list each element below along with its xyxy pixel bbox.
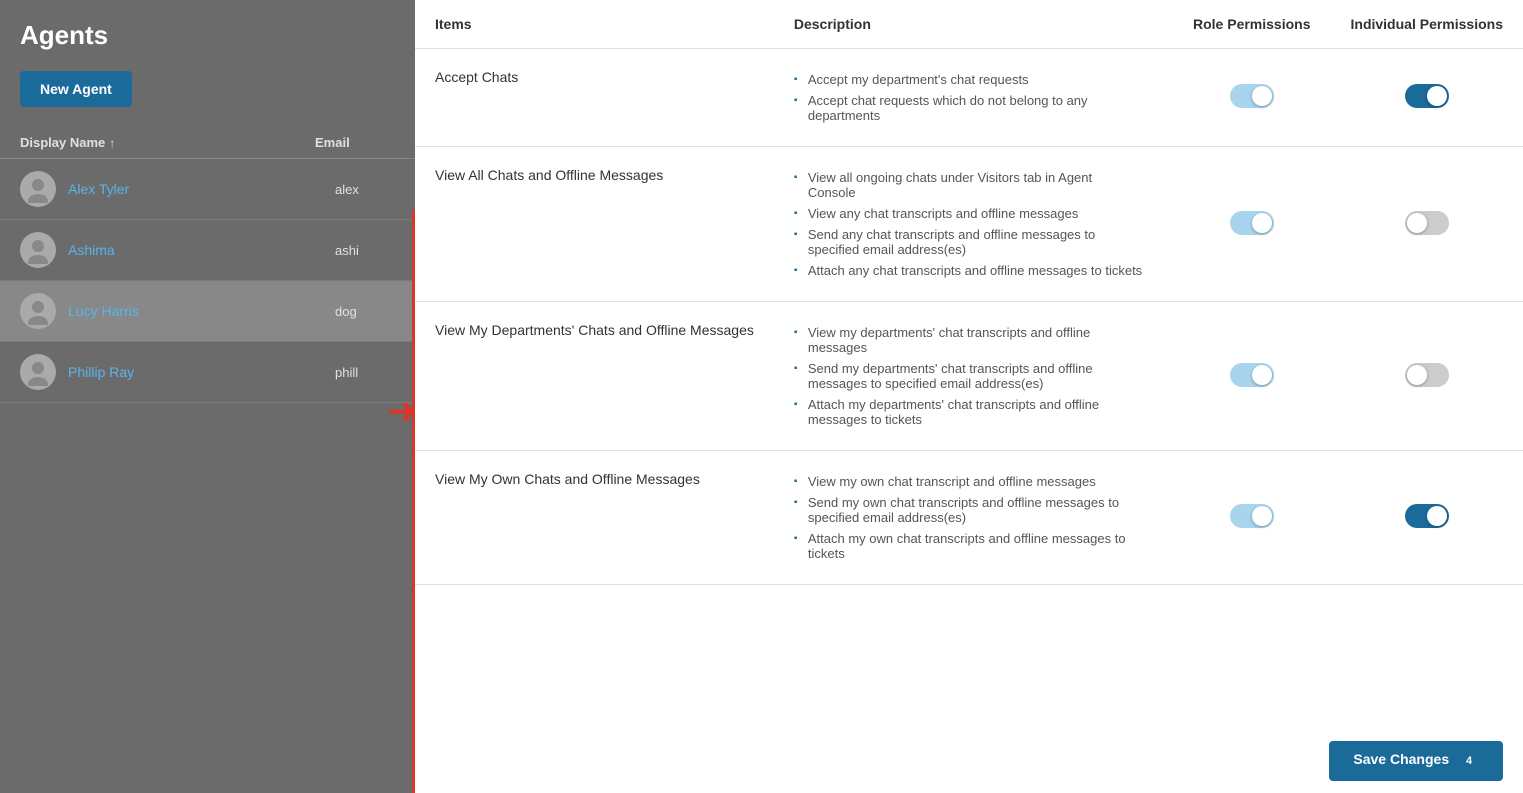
toggle-knob <box>1252 365 1272 385</box>
permission-row-accept-chats: Accept Chats Accept my department's chat… <box>415 49 1523 147</box>
permission-item-name: View My Own Chats and Offline Messages <box>415 451 774 585</box>
change-count-badge: 4 <box>1459 751 1479 771</box>
agent-name: Lucy Harris <box>68 303 335 319</box>
desc-item: Send any chat transcripts and offline me… <box>794 224 1143 260</box>
agents-table-header: Display Name ↑ Email <box>0 127 415 159</box>
desc-item: View my departments' chat transcripts an… <box>794 322 1143 358</box>
toggle-knob <box>1407 365 1427 385</box>
desc-item: Attach my departments' chat transcripts … <box>794 394 1143 430</box>
role-toggle-cell[interactable] <box>1173 302 1331 451</box>
permission-item-name: View My Departments' Chats and Offline M… <box>415 302 774 451</box>
selection-arrow-icon: ➜ <box>387 393 417 429</box>
toggle-knob <box>1252 506 1272 526</box>
col-role-header: Role Permissions <box>1173 0 1331 49</box>
desc-item: Attach any chat transcripts and offline … <box>794 260 1143 281</box>
new-agent-button[interactable]: New Agent <box>20 71 132 107</box>
permissions-table: Items Description Role Permissions Indiv… <box>415 0 1523 585</box>
agent-row-phillip[interactable]: Phillip Ray phill <box>0 342 415 403</box>
agent-name: Ashima <box>68 242 335 258</box>
desc-item: View all ongoing chats under Visitors ta… <box>794 167 1143 203</box>
desc-item: View my own chat transcript and offline … <box>794 471 1143 492</box>
col-desc-header: Description <box>774 0 1173 49</box>
individual-toggle-cell[interactable] <box>1331 49 1523 147</box>
email-header: Email <box>315 135 395 150</box>
agent-name: Alex Tyler <box>68 181 335 197</box>
permission-description: View my departments' chat transcripts an… <box>774 302 1173 451</box>
agent-row-ashima[interactable]: Ashima ashi <box>0 220 415 281</box>
individual-permission-toggle[interactable] <box>1405 84 1449 108</box>
role-permission-toggle[interactable] <box>1230 504 1274 528</box>
avatar <box>20 232 56 268</box>
role-permission-toggle[interactable] <box>1230 84 1274 108</box>
desc-item: Attach my own chat transcripts and offli… <box>794 528 1143 564</box>
desc-item: Accept chat requests which do not belong… <box>794 90 1143 126</box>
role-toggle-cell[interactable] <box>1173 49 1331 147</box>
agent-name: Phillip Ray <box>68 364 335 380</box>
individual-permission-toggle[interactable] <box>1405 504 1449 528</box>
permission-row-view-my-dept-chats: View My Departments' Chats and Offline M… <box>415 302 1523 451</box>
role-toggle-cell[interactable] <box>1173 147 1331 302</box>
agent-row-lucy[interactable]: Lucy Harris dog <box>0 281 415 342</box>
toggle-knob <box>1252 86 1272 106</box>
permission-item-name: Accept Chats <box>415 49 774 147</box>
individual-toggle-cell[interactable] <box>1331 147 1523 302</box>
role-toggle-cell[interactable] <box>1173 451 1331 585</box>
permission-description: View my own chat transcript and offline … <box>774 451 1173 585</box>
col-items-header: Items <box>415 0 774 49</box>
permission-item-name: View All Chats and Offline Messages <box>415 147 774 302</box>
agent-email: ashi <box>335 243 395 258</box>
display-name-header: Display Name ↑ <box>20 135 315 150</box>
individual-permission-toggle[interactable] <box>1405 211 1449 235</box>
desc-item: View any chat transcripts and offline me… <box>794 203 1143 224</box>
avatar <box>20 354 56 390</box>
toggle-knob <box>1427 86 1447 106</box>
agent-email: phill <box>335 365 395 380</box>
save-button[interactable]: Save Changes 4 <box>1329 741 1503 781</box>
desc-item: Accept my department's chat requests <box>794 69 1143 90</box>
sort-arrow-icon: ↑ <box>109 136 115 150</box>
sidebar: Agents New Agent Display Name ↑ Email Al… <box>0 0 415 793</box>
agent-email: alex <box>335 182 395 197</box>
desc-item: Send my departments' chat transcripts an… <box>794 358 1143 394</box>
page-title: Agents <box>0 20 415 71</box>
toggle-knob <box>1252 213 1272 233</box>
permission-row-view-all-chats: View All Chats and Offline Messages View… <box>415 147 1523 302</box>
permissions-table-body: Accept Chats Accept my department's chat… <box>415 49 1523 585</box>
save-area: Save Changes 4 <box>1309 729 1523 793</box>
avatar <box>20 171 56 207</box>
permission-description: View all ongoing chats under Visitors ta… <box>774 147 1173 302</box>
role-permission-toggle[interactable] <box>1230 211 1274 235</box>
permission-description: Accept my department's chat requestsAcce… <box>774 49 1173 147</box>
role-permission-toggle[interactable] <box>1230 363 1274 387</box>
agents-list: Alex Tyler alex Ashima ashi Lucy Harris … <box>0 159 415 403</box>
toggle-knob <box>1427 506 1447 526</box>
individual-toggle-cell[interactable] <box>1331 451 1523 585</box>
toggle-knob <box>1407 213 1427 233</box>
avatar <box>20 293 56 329</box>
agent-row-alex[interactable]: Alex Tyler alex <box>0 159 415 220</box>
desc-item: Send my own chat transcripts and offline… <box>794 492 1143 528</box>
permission-row-view-my-own-chats: View My Own Chats and Offline Messages V… <box>415 451 1523 585</box>
permissions-panel: Items Description Role Permissions Indiv… <box>415 0 1523 793</box>
table-header-row: Items Description Role Permissions Indiv… <box>415 0 1523 49</box>
col-individual-header: Individual Permissions <box>1331 0 1523 49</box>
individual-toggle-cell[interactable] <box>1331 302 1523 451</box>
agent-email: dog <box>335 304 395 319</box>
individual-permission-toggle[interactable] <box>1405 363 1449 387</box>
red-vertical-line <box>412 210 415 793</box>
